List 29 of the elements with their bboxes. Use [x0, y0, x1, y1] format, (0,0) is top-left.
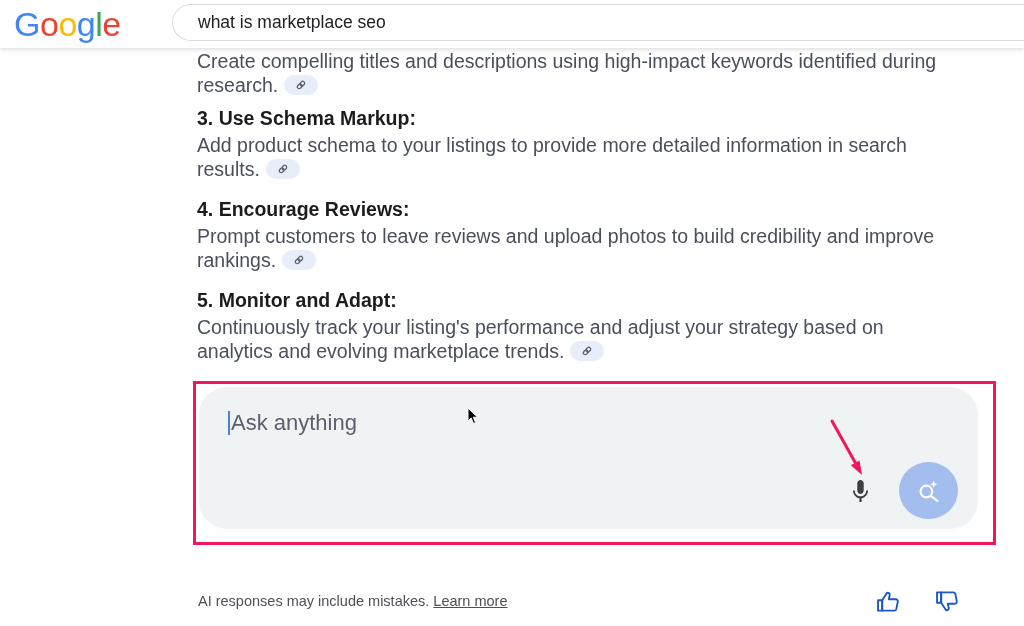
- microphone-icon: [853, 479, 868, 502]
- link-icon: [296, 79, 307, 90]
- answer-paragraph: Create compelling titles and descriptions using high-impact keywords identified during research.: [197, 49, 938, 97]
- search-field[interactable]: what is marketplace seo: [172, 4, 1024, 41]
- logo-wordmark[interactable]: Google: [14, 4, 172, 44]
- text-cursor-icon: [228, 411, 230, 435]
- source-link[interactable]: [282, 249, 317, 270]
- link-icon: [277, 163, 288, 174]
- thumbs-up-icon: [877, 590, 899, 612]
- ask-input[interactable]: Ask anything: [230, 410, 371, 436]
- step-paragraph: Prompt customers to leave reviews and upload photos to build credibility and improve rankings.: [197, 224, 936, 272]
- thumbs-up-button[interactable]: [877, 590, 899, 612]
- thumbs-down-button[interactable]: [936, 590, 958, 612]
- link-icon: [582, 345, 593, 356]
- magnifier-sparkle-icon: [918, 479, 939, 502]
- step-paragraph: Continuously track your listing's performance and adjust your strategy based on analytics and evolving marketplace trends.: [197, 315, 885, 363]
- thumbs-down-icon: [936, 590, 958, 612]
- step-heading: 3. Use Schema Markup:: [197, 106, 417, 130]
- link-icon: [294, 254, 305, 265]
- microphone-button[interactable]: [853, 479, 868, 502]
- source-link[interactable]: [265, 158, 300, 179]
- disclaimer-text: AI responses may include mistakes. Learn more: [198, 593, 508, 609]
- source-link[interactable]: [570, 340, 605, 361]
- source-link[interactable]: [284, 74, 319, 95]
- step-heading: 4. Encourage Reviews:: [197, 197, 411, 221]
- learn-more-link[interactable]: Learn more: [433, 593, 508, 609]
- step-paragraph: Add product schema to your listings to provide more detailed information in search results.: [197, 133, 908, 181]
- mouse-pointer-icon: [467, 407, 479, 425]
- step-heading: 5. Monitor and Adapt:: [197, 288, 398, 312]
